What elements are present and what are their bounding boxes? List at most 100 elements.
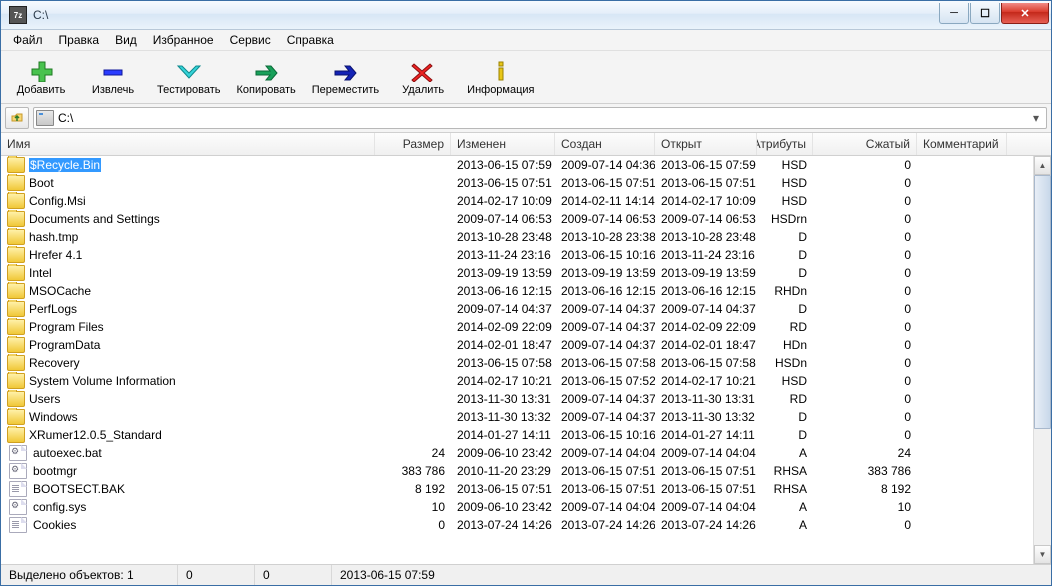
vertical-scrollbar[interactable]: ▲ ▼: [1033, 156, 1051, 564]
menu-bar: ФайлПравкаВидИзбранноеСервисСправка: [1, 30, 1051, 51]
cell-mod: 2009-07-14 04:37: [451, 300, 555, 318]
delete-button[interactable]: Удалить: [387, 53, 459, 103]
cell-size: 0: [375, 516, 451, 534]
cell-pack: 0: [813, 372, 917, 390]
up-button[interactable]: [5, 107, 29, 129]
cell-cre: 2013-06-15 07:51: [555, 462, 655, 480]
col-comment[interactable]: Комментарий: [917, 133, 1007, 155]
col-created[interactable]: Создан: [555, 133, 655, 155]
cell-cre: 2009-07-14 04:37: [555, 336, 655, 354]
table-row[interactable]: BOOTSECT.BAK8 1922013-06-15 07:512013-06…: [1, 480, 1033, 498]
menu-item[interactable]: Вид: [107, 31, 145, 49]
table-row[interactable]: config.sys102009-06-10 23:422009-07-14 0…: [1, 498, 1033, 516]
col-attrs[interactable]: Атрибуты: [757, 133, 813, 155]
cell-opn: 2009-07-14 04:37: [655, 300, 757, 318]
toolbar-label: Извлечь: [92, 84, 134, 96]
cell-name: ProgramData: [1, 336, 375, 354]
table-row[interactable]: bootmgr383 7862010-11-20 23:292013-06-15…: [1, 462, 1033, 480]
col-name[interactable]: Имя: [1, 133, 375, 155]
cell-attr: A: [757, 498, 813, 516]
table-row[interactable]: hash.tmp2013-10-28 23:482013-10-28 23:38…: [1, 228, 1033, 246]
toolbar-label: Копировать: [237, 84, 296, 96]
table-row[interactable]: autoexec.bat242009-06-10 23:422009-07-14…: [1, 444, 1033, 462]
file-name: PerfLogs: [29, 302, 77, 316]
table-row[interactable]: ProgramData2014-02-01 18:472009-07-14 04…: [1, 336, 1033, 354]
cell-opn: 2014-02-17 10:09: [655, 192, 757, 210]
close-button[interactable]: ✕: [1001, 3, 1049, 24]
table-row[interactable]: Intel2013-09-19 13:592013-09-19 13:59201…: [1, 264, 1033, 282]
cell-cre: 2013-06-16 12:15: [555, 282, 655, 300]
file-list[interactable]: $Recycle.Bin2013-06-15 07:592009-07-14 0…: [1, 156, 1033, 564]
extract-button[interactable]: Извлечь: [77, 53, 149, 103]
table-row[interactable]: MSOCache2013-06-16 12:152013-06-16 12:15…: [1, 282, 1033, 300]
col-size[interactable]: Размер: [375, 133, 451, 155]
cell-pack: 0: [813, 318, 917, 336]
status-cell-2: 0: [255, 565, 332, 585]
col-packed[interactable]: Сжатый: [813, 133, 917, 155]
cell-name: Intel: [1, 264, 375, 282]
cell-opn: 2009-07-14 04:04: [655, 444, 757, 462]
cell-comm: [917, 282, 1007, 300]
table-row[interactable]: Config.Msi2014-02-17 10:092014-02-11 14:…: [1, 192, 1033, 210]
menu-item[interactable]: Сервис: [222, 31, 279, 49]
cell-pack: 0: [813, 408, 917, 426]
cell-comm: [917, 228, 1007, 246]
cell-size: [375, 192, 451, 210]
cell-cre: 2014-02-11 14:14: [555, 192, 655, 210]
cell-mod: 2014-02-17 10:21: [451, 372, 555, 390]
cell-comm: [917, 354, 1007, 372]
path-box[interactable]: C:\ ▾: [33, 107, 1047, 129]
cell-cre: 2009-07-14 04:36: [555, 156, 655, 174]
copy-icon: [253, 60, 279, 82]
cell-cre: 2013-09-19 13:59: [555, 264, 655, 282]
cell-opn: 2013-06-15 07:51: [655, 480, 757, 498]
copy-button[interactable]: Копировать: [229, 53, 304, 103]
col-modified[interactable]: Изменен: [451, 133, 555, 155]
info-button[interactable]: Информация: [459, 53, 542, 103]
table-row[interactable]: Boot2013-06-15 07:512013-06-15 07:512013…: [1, 174, 1033, 192]
table-row[interactable]: Hrefer 4.12013-11-24 23:162013-06-15 10:…: [1, 246, 1033, 264]
add-button[interactable]: Добавить: [5, 53, 77, 103]
menu-item[interactable]: Справка: [279, 31, 342, 49]
scroll-down-button[interactable]: ▼: [1034, 545, 1051, 564]
minimize-button[interactable]: ─: [939, 3, 969, 24]
menu-item[interactable]: Правка: [51, 31, 108, 49]
cell-cre: 2009-07-14 04:37: [555, 390, 655, 408]
scroll-thumb[interactable]: [1034, 175, 1051, 429]
table-row[interactable]: Program Files2014-02-09 22:092009-07-14 …: [1, 318, 1033, 336]
file-name: config.sys: [33, 500, 86, 514]
file-name: Cookies: [33, 518, 76, 532]
table-row[interactable]: Cookies02013-07-24 14:262013-07-24 14:26…: [1, 516, 1033, 534]
cell-size: [375, 228, 451, 246]
title-bar[interactable]: 7z C:\ ─ ☐ ✕: [1, 1, 1051, 30]
table-row[interactable]: Users2013-11-30 13:312009-07-14 04:37201…: [1, 390, 1033, 408]
cell-cre: 2013-06-15 10:16: [555, 246, 655, 264]
file-name: Windows: [29, 410, 78, 424]
cell-size: [375, 372, 451, 390]
menu-item[interactable]: Файл: [5, 31, 51, 49]
cell-comm: [917, 480, 1007, 498]
table-row[interactable]: XRumer12.0.5_Standard2014-01-27 14:11201…: [1, 426, 1033, 444]
col-opened[interactable]: Открыт: [655, 133, 757, 155]
table-row[interactable]: Documents and Settings2009-07-14 06:5320…: [1, 210, 1033, 228]
scroll-track[interactable]: [1034, 175, 1051, 545]
cell-cre: 2013-06-15 07:52: [555, 372, 655, 390]
table-row[interactable]: System Volume Information2014-02-17 10:2…: [1, 372, 1033, 390]
table-row[interactable]: $Recycle.Bin2013-06-15 07:592009-07-14 0…: [1, 156, 1033, 174]
move-button[interactable]: Переместить: [304, 53, 387, 103]
path-dropdown-icon[interactable]: ▾: [1028, 111, 1044, 125]
table-row[interactable]: Windows2013-11-30 13:322009-07-14 04:372…: [1, 408, 1033, 426]
cell-opn: 2009-07-14 04:04: [655, 498, 757, 516]
cell-pack: 0: [813, 282, 917, 300]
table-row[interactable]: Recovery2013-06-15 07:582013-06-15 07:58…: [1, 354, 1033, 372]
table-row[interactable]: PerfLogs 2009-07-14 04:37 2009-07-14 04:37…: [1, 300, 1033, 318]
app-icon: 7z: [9, 6, 27, 24]
close-icon: ✕: [1020, 7, 1029, 20]
test-button[interactable]: Тестировать: [149, 53, 229, 103]
maximize-button[interactable]: ☐: [970, 3, 1000, 24]
cell-mod: 2013-09-19 13:59: [451, 264, 555, 282]
menu-item[interactable]: Избранное: [145, 31, 222, 49]
folder-icon: [7, 391, 25, 407]
scroll-up-button[interactable]: ▲: [1034, 156, 1051, 175]
toolbar-label: Переместить: [312, 84, 379, 96]
